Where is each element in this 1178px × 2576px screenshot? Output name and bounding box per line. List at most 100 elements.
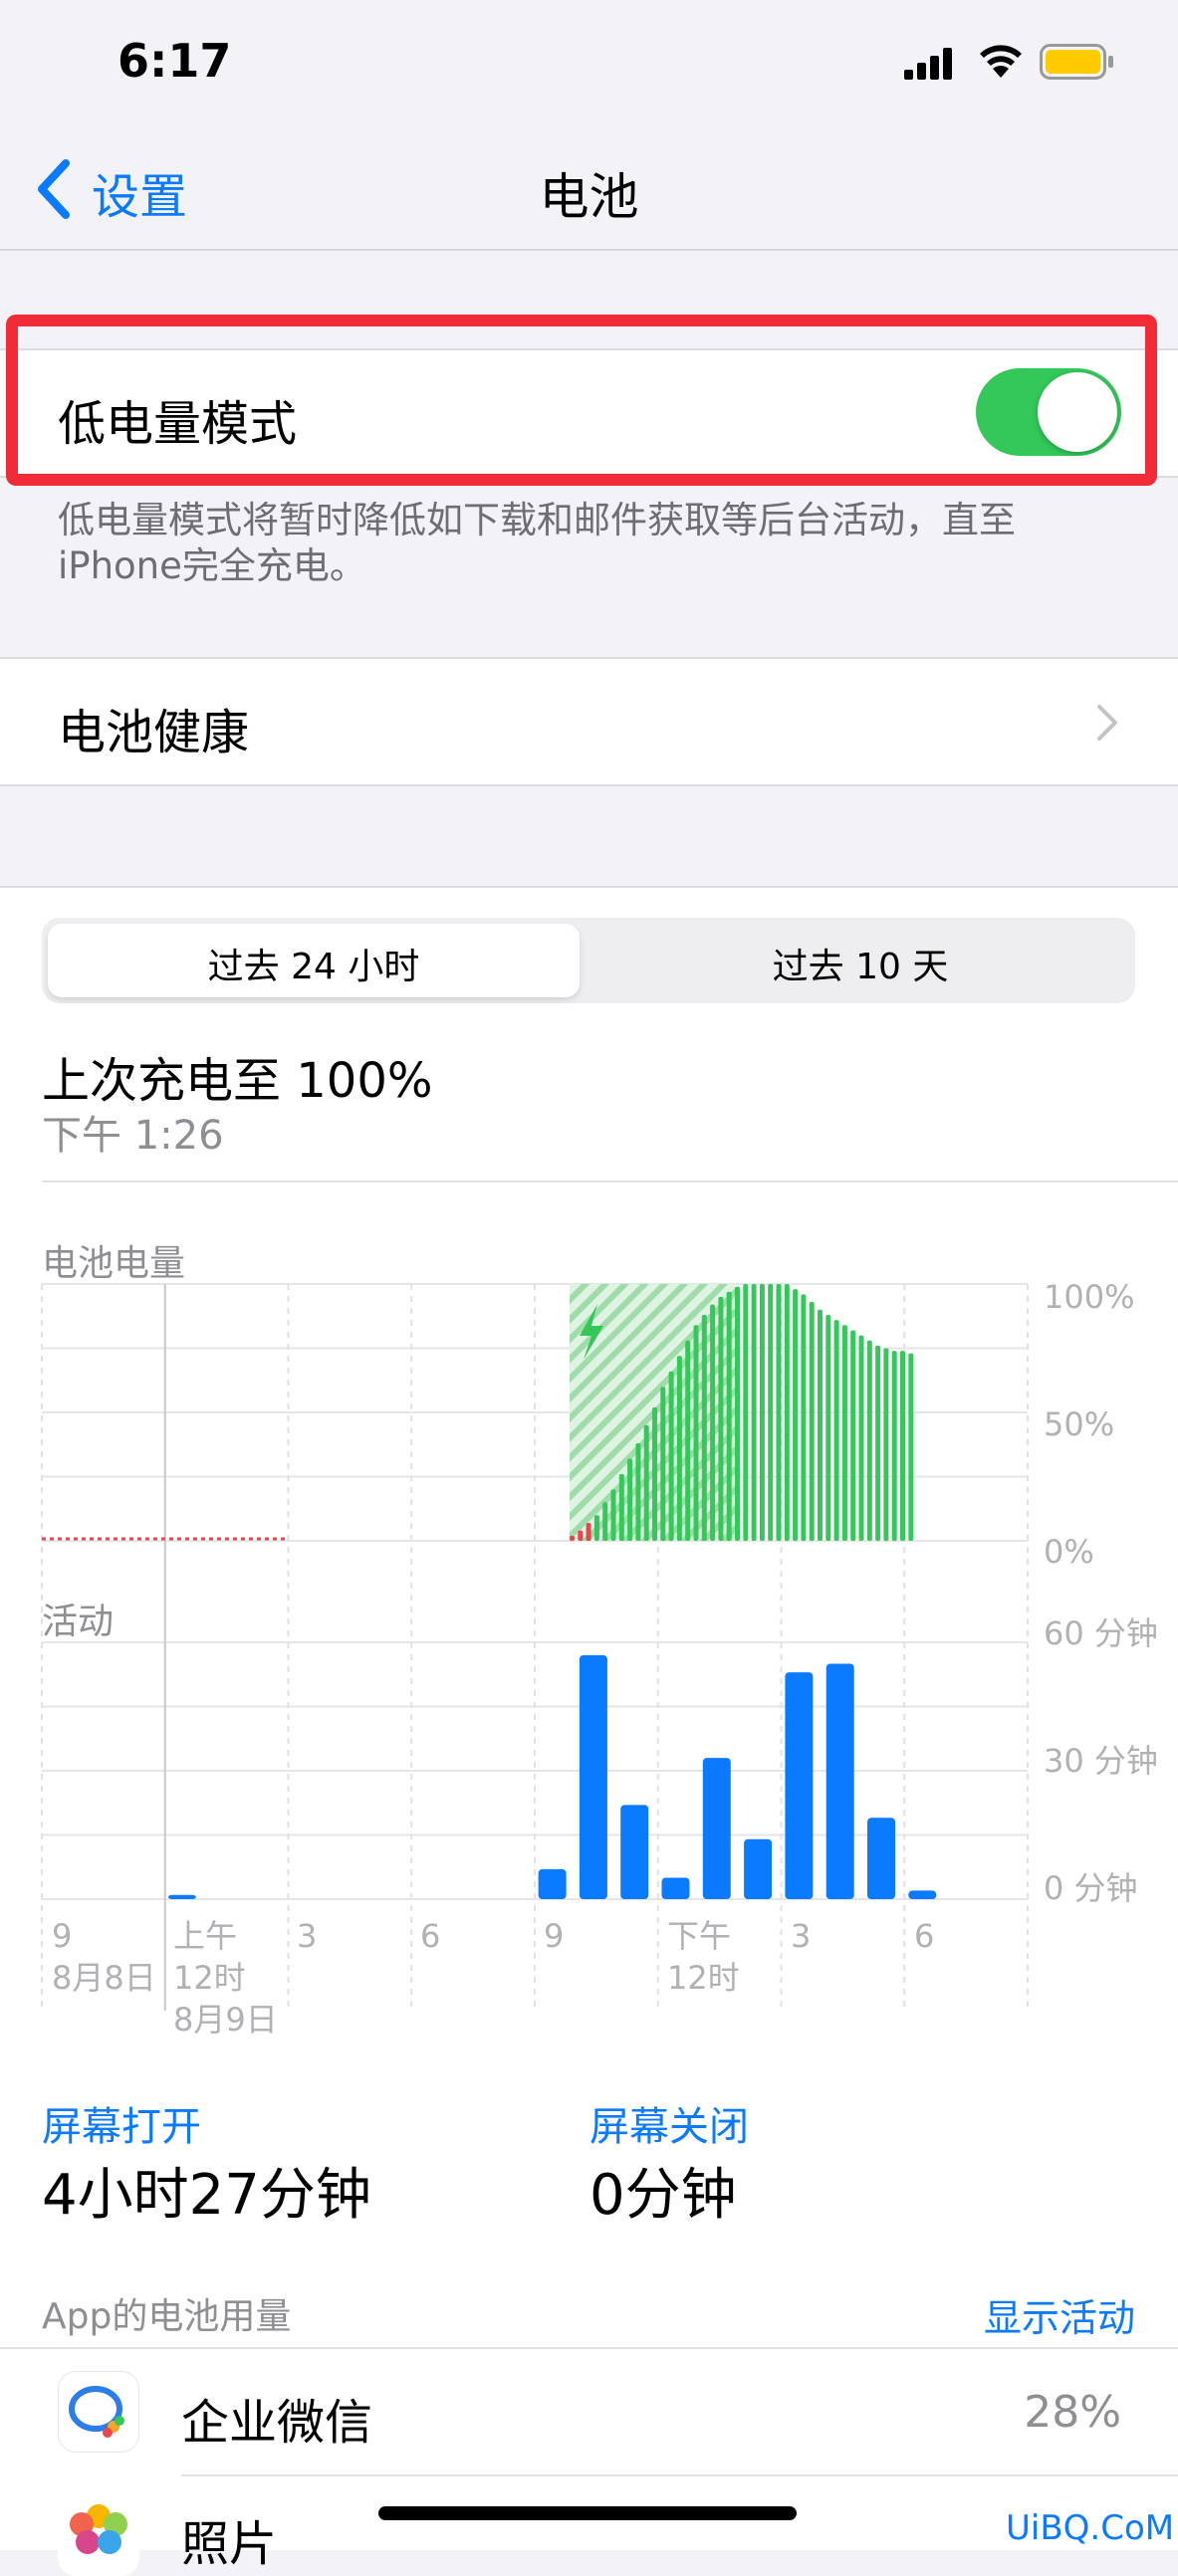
activity-bar (538, 1868, 567, 1899)
app-row-wework[interactable] (0, 2351, 1178, 2474)
activity-bar (908, 1890, 937, 1899)
battery-bar (850, 1330, 856, 1541)
battery-bar (908, 1353, 914, 1541)
section-separator (42, 1181, 1178, 1182)
footnote-line-2: iPhone完全充电。 (58, 544, 366, 587)
battery-bar (809, 1302, 815, 1541)
battery-bar (875, 1345, 881, 1541)
battery-bar (818, 1309, 823, 1541)
battery-bar (635, 1442, 641, 1541)
watermark-text: UiBQ.CoM (1006, 2508, 1175, 2548)
battery-bar (825, 1314, 831, 1541)
wifi-icon (980, 45, 1022, 78)
screen-on-value: 4小时27分钟 (42, 2163, 371, 2228)
app-list-separator (0, 2347, 1178, 2349)
battery-bar (759, 1284, 765, 1541)
activity-ytick-0: 0 分钟 (1044, 1869, 1138, 1907)
screen-off-label: 屏幕关闭 (589, 2104, 749, 2150)
cellular-signal-icon (904, 48, 952, 80)
app-percent: 28% (1024, 2387, 1121, 2438)
status-time: 6:17 (118, 34, 232, 88)
page-title: 电池 (539, 168, 639, 226)
battery-ytick-50: 50% (1044, 1405, 1114, 1443)
battery-bar (891, 1351, 897, 1541)
battery-bar (660, 1387, 666, 1541)
battery-bar (793, 1289, 799, 1541)
xdate-aug9: 8月9日 (173, 2001, 278, 2039)
low-power-footnote: 低电量模式将暂时降低如下载和邮件获取等后台活动，直至 iPhone完全充电。 (58, 498, 1113, 589)
battery-icon (1040, 44, 1113, 80)
home-indicator[interactable] (378, 2506, 797, 2520)
battery-bar (578, 1530, 584, 1541)
highlight-annotation (6, 315, 1157, 486)
battery-bar (618, 1473, 624, 1541)
show-activity-button[interactable]: 显示活动 (984, 2287, 1135, 2342)
battery-bar (701, 1314, 707, 1541)
battery-bar (570, 1535, 575, 1541)
battery-bar (726, 1291, 732, 1541)
activity-bar (661, 1877, 690, 1899)
activity-ytick-30: 30 分钟 (1044, 1742, 1158, 1780)
usage-charts: 100% 50% 0% 60 分钟 30 分钟 0 分钟 9 上午 12时 3 … (41, 1278, 1158, 2039)
battery-bar (751, 1284, 757, 1541)
chevron-right-icon (1097, 705, 1117, 741)
activity-bar (702, 1758, 731, 1899)
xdate-aug8: 8月8日 (52, 1959, 156, 1997)
app-usage-label: App的电池用量 (42, 2296, 292, 2337)
xtick-6: 6 (420, 1917, 440, 1955)
battery-bar (858, 1335, 864, 1541)
activity-bars (167, 1654, 937, 1899)
wework-app-icon (58, 2371, 139, 2453)
battery-bar (900, 1351, 905, 1541)
footnote-line-1: 低电量模式将暂时降低如下载和邮件获取等后台活动，直至 (58, 499, 1016, 541)
battery-bar (735, 1286, 740, 1541)
battery-health-label: 电池健康 (58, 705, 250, 760)
tab-last-24-hours[interactable]: 过去 24 小时 (48, 938, 580, 989)
battery-bar (743, 1284, 749, 1541)
battery-bar (668, 1371, 674, 1541)
xtick-am-12: 12时 (173, 1959, 246, 1997)
battery-bar (883, 1348, 889, 1541)
battery-bar (586, 1522, 591, 1541)
activity-bar (785, 1672, 814, 1899)
screen-on-label: 屏幕打开 (42, 2104, 201, 2150)
activity-bar (579, 1654, 607, 1899)
battery-bar (866, 1340, 872, 1541)
battery-bar (610, 1489, 616, 1541)
activity-bar (167, 1894, 196, 1899)
xtick-pm: 下午 (667, 1917, 731, 1955)
battery-bar (833, 1320, 839, 1541)
xtick-3: 3 (297, 1917, 317, 1955)
battery-bar (841, 1325, 847, 1541)
app-row-separator (181, 2474, 1178, 2476)
app-name: 企业微信 (181, 2395, 373, 2451)
xtick-am: 上午 (173, 1917, 237, 1955)
battery-bar (676, 1356, 682, 1541)
battery-bar (710, 1304, 716, 1541)
battery-bar (652, 1406, 657, 1541)
screen-off-value: 0分钟 (589, 2163, 737, 2228)
activity-bar (867, 1818, 895, 1899)
battery-bar (685, 1340, 691, 1541)
xtick-9b: 9 (544, 1917, 564, 1955)
tab-last-10-days[interactable]: 过去 10 天 (591, 938, 1129, 989)
battery-bar (768, 1284, 774, 1541)
photos-app-icon (58, 2494, 139, 2576)
battery-ytick-100: 100% (1044, 1278, 1134, 1316)
activity-bar (744, 1838, 773, 1899)
battery-bar (784, 1284, 790, 1541)
battery-bar (593, 1515, 599, 1541)
battery-bar (693, 1325, 699, 1541)
battery-ytick-0: 0% (1044, 1533, 1094, 1571)
app-name-photos: 照片 (181, 2516, 278, 2572)
battery-bar (718, 1296, 724, 1541)
battery-bar (801, 1294, 807, 1541)
battery-bar (643, 1424, 649, 1541)
last-charge-time: 下午 1:26 (42, 1113, 224, 1159)
activity-ytick-60: 60 分钟 (1044, 1614, 1158, 1652)
nav-separator (0, 249, 1178, 251)
last-charge-title: 上次充电至 100% (42, 1053, 433, 1109)
battery-bar (602, 1502, 608, 1541)
battery-bar (776, 1284, 782, 1541)
activity-bar (620, 1805, 649, 1899)
